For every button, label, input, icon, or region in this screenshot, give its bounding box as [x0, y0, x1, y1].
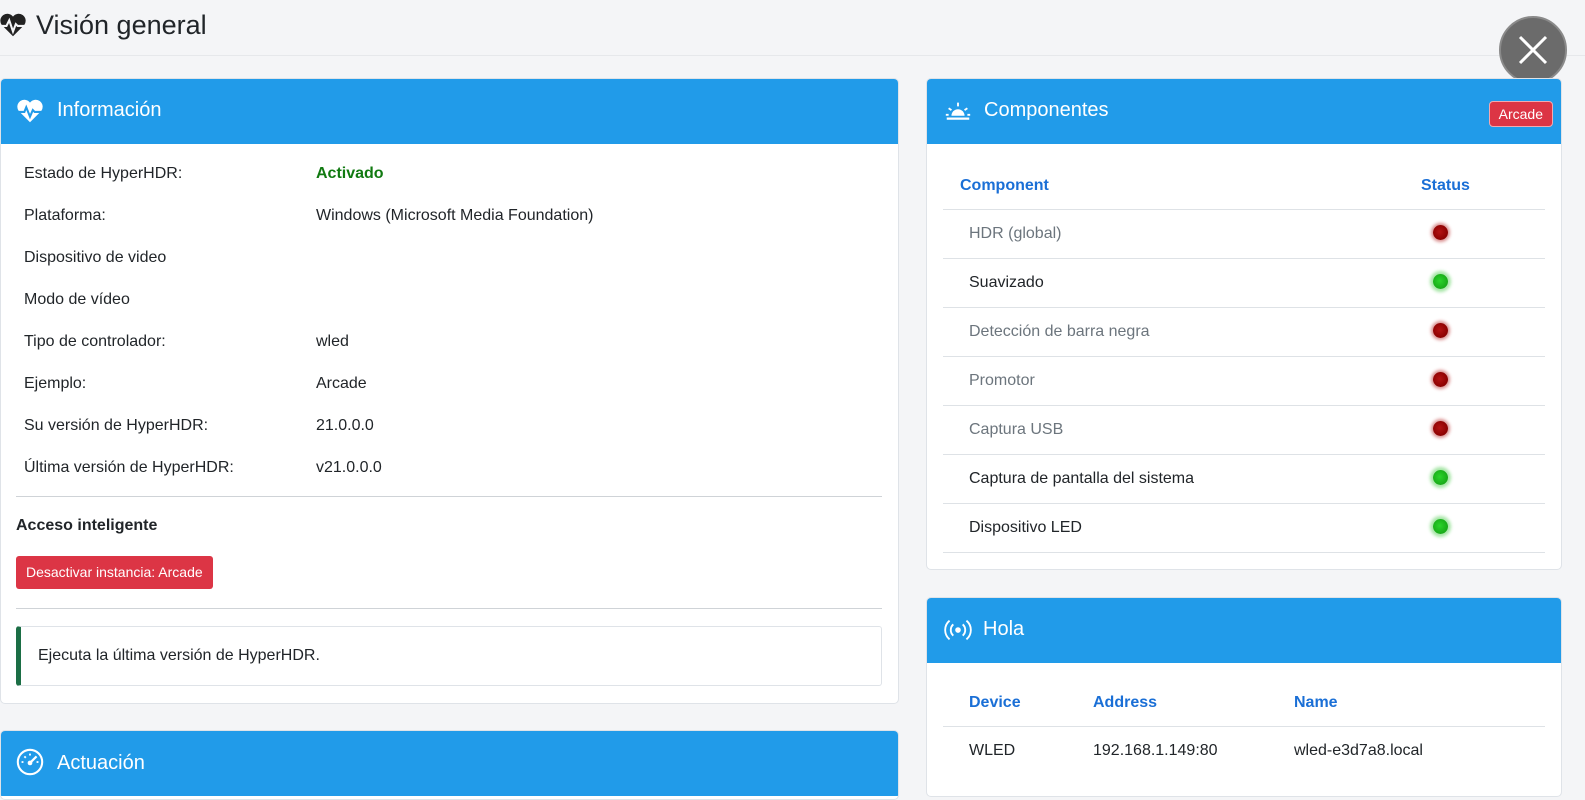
component-label: HDR (global) — [969, 225, 1062, 242]
info-value-version: 21.0.0.0 — [316, 417, 374, 434]
close-button[interactable] — [1499, 16, 1567, 84]
hello-card-title: Hola — [983, 618, 1025, 640]
component-label: Promotor — [969, 372, 1035, 389]
info-label-version: Su versión de HyperHDR: — [24, 417, 209, 434]
device-cell: WLED — [969, 742, 1016, 759]
divider — [943, 552, 1545, 553]
component-label: Detección de barra negra — [969, 323, 1150, 340]
performance-card: Actuación — [0, 730, 899, 800]
info-card-header: Información — [1, 79, 898, 144]
status-indicator — [1433, 470, 1448, 485]
status-indicator — [1433, 372, 1448, 387]
speedometer-icon — [16, 748, 44, 776]
component-label: Dispositivo LED — [969, 519, 1082, 536]
table-row: HDR (global) — [943, 209, 1545, 259]
broadcast-icon — [944, 619, 972, 641]
table-row: Suavizado — [943, 258, 1545, 308]
status-indicator — [1433, 421, 1448, 436]
instance-badge: Arcade — [1488, 101, 1553, 127]
info-label-status: Estado de HyperHDR: — [24, 165, 183, 182]
components-card-header: Componentes Arcade — [927, 79, 1561, 144]
performance-card-header: Actuación — [1, 731, 898, 796]
table-row: Dispositivo LED — [943, 503, 1545, 553]
hello-card: Hola Device Address Name WLED 192.168.1.… — [926, 597, 1562, 797]
info-card: Información Estado de HyperHDR: Activado… — [0, 78, 899, 704]
status-indicator — [1433, 519, 1448, 534]
info-value-status: Activado — [316, 165, 384, 182]
info-label-video-mode: Modo de vídeo — [24, 291, 130, 308]
info-card-title: Información — [57, 99, 162, 121]
info-label-controller: Tipo de controlador: — [24, 333, 166, 350]
column-header-address: Address — [1093, 694, 1158, 711]
status-indicator — [1433, 274, 1448, 289]
component-label: Captura USB — [969, 421, 1064, 438]
close-icon — [1518, 35, 1548, 65]
smart-access-heading: Acceso inteligente — [16, 517, 158, 534]
info-label-instance: Ejemplo: — [24, 375, 87, 392]
info-label-video-device: Dispositivo de video — [24, 249, 167, 266]
version-alert-text: Ejecuta la última versión de HyperHDR. — [38, 647, 320, 664]
address-cell: 192.168.1.149:80 — [1093, 742, 1218, 759]
info-value-platform: Windows (Microsoft Media Foundation) — [316, 207, 594, 224]
deactivate-instance-button[interactable]: Desactivar instancia: Arcade — [16, 556, 213, 589]
page-title: Visión general — [36, 10, 207, 40]
info-value-controller: wled — [316, 333, 349, 350]
component-label: Captura de pantalla del sistema — [969, 470, 1195, 487]
components-card: Componentes Arcade Component Status HDR … — [926, 78, 1562, 570]
table-row: Promotor — [943, 356, 1545, 406]
heart-pulse-icon — [16, 99, 44, 123]
info-label-latest-version: Última versión de HyperHDR: — [24, 459, 234, 476]
column-header-device: Device — [969, 694, 1021, 711]
component-label: Suavizado — [969, 274, 1044, 291]
table-row: Captura USB — [943, 405, 1545, 455]
version-alert: Ejecuta la última versión de HyperHDR. — [16, 626, 882, 686]
components-card-title: Componentes — [984, 99, 1109, 121]
hello-card-header: Hola — [927, 598, 1561, 663]
table-row: Captura de pantalla del sistema — [943, 454, 1545, 504]
column-header-name: Name — [1294, 694, 1338, 711]
divider — [16, 608, 882, 609]
performance-card-title: Actuación — [57, 752, 145, 774]
status-indicator — [1433, 323, 1448, 338]
name-cell: wled-e3d7a8.local — [1294, 742, 1423, 759]
column-header-component: Component — [960, 177, 1049, 194]
table-row: WLED 192.168.1.149:80 wled-e3d7a8.local — [943, 726, 1545, 776]
column-header-status: Status — [1421, 177, 1470, 194]
status-indicator — [1433, 225, 1448, 240]
info-label-platform: Plataforma: — [24, 207, 106, 224]
divider — [16, 496, 882, 497]
info-value-instance: Arcade — [316, 375, 367, 392]
page-header: Visión general — [0, 0, 1585, 56]
heartbeat-icon — [0, 13, 28, 37]
sunrise-icon — [945, 102, 971, 120]
table-row: Detección de barra negra — [943, 307, 1545, 357]
info-value-latest-version: v21.0.0.0 — [316, 459, 382, 476]
